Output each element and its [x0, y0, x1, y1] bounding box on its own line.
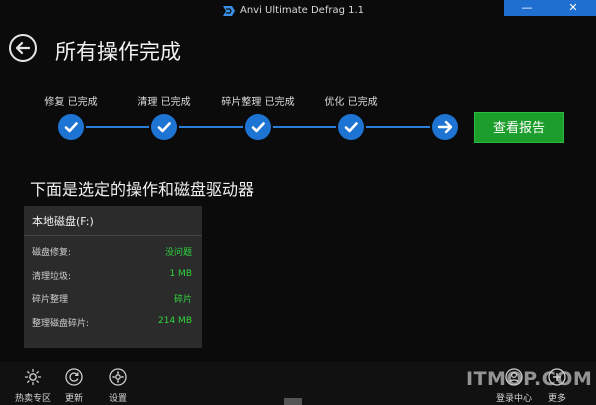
section-heading: 下面是选定的操作和磁盘驱动器 — [30, 180, 255, 199]
step-label-clean: 清理 已完成 — [137, 97, 191, 108]
check-icon — [344, 122, 358, 133]
sun-icon — [24, 368, 42, 386]
page-title: 所有操作完成 — [55, 40, 181, 64]
row-label: 清理垃圾: — [32, 272, 72, 282]
step-label-optimize: 优化 已完成 — [324, 97, 378, 108]
user-icon — [505, 368, 523, 386]
disk-panel: 本地磁盘(F:) 磁盘修复: 没问题 清理垃圾: 1 MB 碎片整理 碎片 整理… — [24, 206, 202, 348]
step-clean-done — [151, 114, 177, 140]
check-icon — [251, 122, 265, 133]
hot-deals-button[interactable]: 热卖专区 — [13, 368, 53, 404]
view-report-button[interactable]: 查看报告 — [474, 112, 564, 143]
row-label: 磁盘修复: — [32, 248, 72, 258]
disk-row-repair: 磁盘修复: 没问题 — [32, 245, 192, 261]
check-icon — [64, 122, 78, 133]
step-label-repair: 修复 已完成 — [44, 97, 98, 108]
login-center-label: 登录中心 — [495, 394, 532, 404]
window-title: Anvi Ultimate Defrag 1.1 — [240, 5, 365, 16]
title-bar: Anvi Ultimate Defrag 1.1 — ✕ — [0, 0, 596, 24]
update-button[interactable]: 更新 — [54, 368, 94, 404]
settings-label: 设置 — [108, 394, 127, 404]
settings-button[interactable]: 设置 — [98, 368, 138, 404]
drag-handle[interactable] — [284, 398, 302, 405]
close-button[interactable]: ✕ — [550, 0, 596, 16]
back-button[interactable] — [9, 34, 37, 62]
divider — [24, 235, 202, 236]
plus-icon — [548, 368, 566, 386]
app-logo-icon — [223, 6, 235, 16]
step-defrag-done — [245, 114, 271, 140]
step-next[interactable] — [432, 114, 458, 140]
arrow-right-icon — [437, 120, 453, 134]
row-label: 碎片整理 — [32, 295, 69, 305]
row-label: 整理磁盘碎片: — [32, 319, 90, 329]
disk-row-defrag-size: 整理磁盘碎片: 214 MB — [32, 316, 192, 332]
row-value: 碎片 — [173, 295, 192, 305]
hot-deals-label: 热卖专区 — [14, 394, 51, 404]
gear-icon — [109, 368, 127, 386]
step-label-defrag: 碎片整理 已完成 — [221, 97, 295, 108]
login-center-button[interactable]: 登录中心 — [494, 368, 534, 404]
disk-row-clean: 清理垃圾: 1 MB — [32, 269, 192, 285]
row-value: 214 MB — [158, 316, 192, 326]
refresh-icon — [65, 368, 83, 386]
step-optimize-done — [338, 114, 364, 140]
check-icon — [157, 122, 171, 133]
arrow-left-icon — [15, 41, 31, 55]
disk-title: 本地磁盘(F:) — [32, 215, 94, 228]
minimize-button[interactable]: — — [504, 0, 550, 16]
more-button[interactable]: 更多 — [537, 368, 577, 404]
row-value: 1 MB — [169, 269, 192, 279]
row-value: 没问题 — [164, 248, 192, 258]
step-repair-done — [58, 114, 84, 140]
update-label: 更新 — [64, 394, 83, 404]
disk-row-defrag: 碎片整理 碎片 — [32, 292, 192, 308]
more-label: 更多 — [547, 394, 566, 404]
